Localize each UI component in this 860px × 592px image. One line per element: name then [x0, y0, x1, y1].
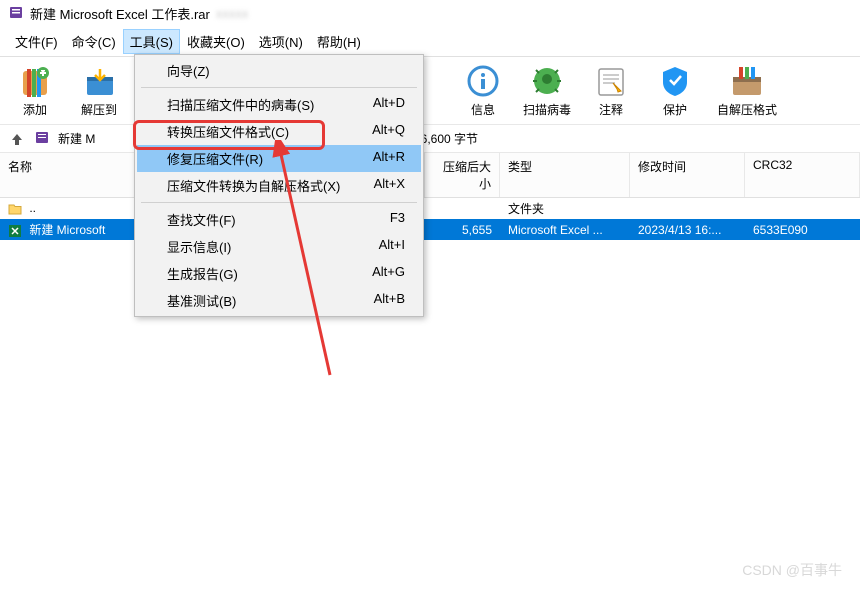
menu-tools[interactable]: 工具(S)	[123, 29, 180, 54]
dd-find[interactable]: 查找文件(F) F3	[137, 206, 421, 233]
dd-repair[interactable]: 修复压缩文件(R) Alt+R	[137, 145, 421, 172]
tool-sfx-label: 自解压格式	[717, 101, 777, 118]
toolbar: 添加 解压到 信息 扫描病毒 注释 保护 自解压格式	[0, 57, 860, 125]
comment-icon	[593, 63, 629, 99]
menubar: 文件(F) 命令(C) 工具(S) 收藏夹(O) 选项(N) 帮助(H)	[0, 27, 860, 57]
col-date[interactable]: 修改时间	[630, 153, 745, 197]
dd-separator	[141, 202, 417, 203]
list-item[interactable]: .. 文件夹	[0, 198, 860, 219]
dd-benchmark[interactable]: 基准测试(B) Alt+B	[137, 287, 421, 314]
excel-icon	[8, 224, 22, 238]
tool-add[interactable]: 添加	[8, 63, 62, 118]
row-type: Microsoft Excel ...	[500, 221, 630, 239]
menu-command[interactable]: 命令(C)	[65, 29, 123, 54]
tool-scan-label: 扫描病毒	[523, 101, 571, 118]
app-icon	[8, 4, 24, 23]
tool-sfx[interactable]: 自解压格式	[712, 63, 782, 118]
row-size: 5,655	[425, 221, 500, 239]
archive-icon	[34, 129, 50, 148]
row-type: 文件夹	[500, 198, 630, 219]
titlebar: 新建 Microsoft Excel 工作表.rar xxxxx	[0, 0, 860, 27]
dd-scan-virus[interactable]: 扫描压缩文件中的病毒(S) Alt+D	[137, 91, 421, 118]
path-filename[interactable]: 新建 M	[58, 130, 95, 147]
tool-extract[interactable]: 解压到	[72, 63, 126, 118]
blurred-text: xxxxx	[216, 6, 249, 21]
col-size[interactable]: 压缩后大小	[425, 153, 500, 197]
dd-separator	[141, 87, 417, 88]
menu-help[interactable]: 帮助(H)	[310, 29, 368, 54]
row-name: 新建 Microsoft	[29, 223, 105, 237]
up-button[interactable]	[8, 130, 26, 148]
tool-info[interactable]: 信息	[456, 63, 510, 118]
tools-dropdown: 向导(Z) 扫描压缩文件中的病毒(S) Alt+D 转换压缩文件格式(C) Al…	[134, 54, 424, 317]
folder-icon	[8, 202, 22, 216]
dd-sfx-convert[interactable]: 压缩文件转换为自解压格式(X) Alt+X	[137, 172, 421, 199]
col-crc[interactable]: CRC32	[745, 153, 860, 197]
extract-icon	[81, 63, 117, 99]
col-type[interactable]: 类型	[500, 153, 630, 197]
list-item[interactable]: 新建 Microsoft 5,655 Microsoft Excel ... 2…	[0, 219, 860, 240]
row-date: 2023/4/13 16:...	[630, 221, 745, 239]
menu-favorites[interactable]: 收藏夹(O)	[180, 29, 252, 54]
tool-protect[interactable]: 保护	[648, 63, 702, 118]
dd-convert[interactable]: 转换压缩文件格式(C) Alt+Q	[137, 118, 421, 145]
dd-show-info[interactable]: 显示信息(I) Alt+I	[137, 233, 421, 260]
dd-report[interactable]: 生成报告(G) Alt+G	[137, 260, 421, 287]
scan-icon	[529, 63, 565, 99]
pathbar: 新建 M 小为 6,600 字节	[0, 125, 860, 153]
tool-comment-label: 注释	[599, 101, 623, 118]
tool-extract-label: 解压到	[81, 101, 117, 118]
tool-comment[interactable]: 注释	[584, 63, 638, 118]
add-icon	[17, 63, 53, 99]
window-title: 新建 Microsoft Excel 工作表.rar	[30, 4, 210, 23]
row-crc	[745, 207, 860, 211]
row-date	[630, 207, 745, 211]
menu-options[interactable]: 选项(N)	[252, 29, 310, 54]
row-size	[425, 207, 500, 211]
tool-add-label: 添加	[23, 101, 47, 118]
tool-scan[interactable]: 扫描病毒	[520, 63, 574, 118]
file-list: .. 文件夹 新建 Microsoft 5,655 Microsoft Exce…	[0, 198, 860, 240]
watermark: CSDN @百事牛	[742, 560, 842, 580]
list-header: 名称 压缩后大小 类型 修改时间 CRC32	[0, 153, 860, 198]
sfx-icon	[729, 63, 765, 99]
info-icon	[465, 63, 501, 99]
menu-file[interactable]: 文件(F)	[8, 29, 65, 54]
tool-info-label: 信息	[471, 101, 495, 118]
tool-protect-label: 保护	[663, 101, 687, 118]
protect-icon	[657, 63, 693, 99]
row-crc: 6533E090	[745, 221, 860, 239]
row-name: ..	[29, 201, 36, 215]
dd-wizard[interactable]: 向导(Z)	[137, 57, 421, 84]
